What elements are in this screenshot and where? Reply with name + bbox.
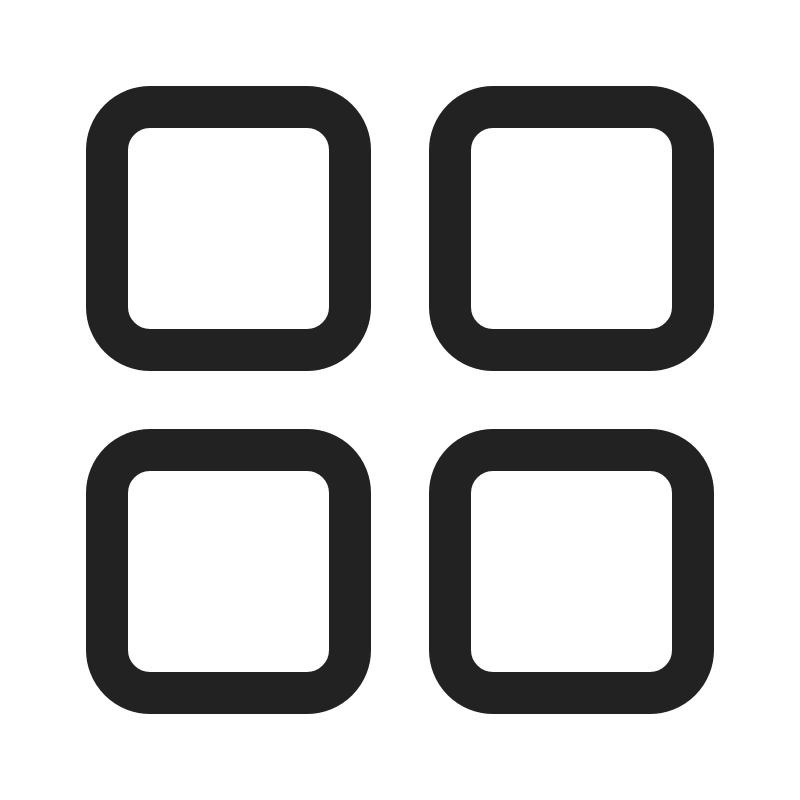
grid-tile-bottom-left-icon <box>86 429 371 714</box>
grid-tile-top-right-icon <box>429 86 714 371</box>
icon-canvas <box>0 0 800 800</box>
grid-tile-top-left-icon <box>86 86 371 371</box>
grid-tile-bottom-right-icon <box>429 429 714 714</box>
grid-view-icon <box>86 86 714 714</box>
